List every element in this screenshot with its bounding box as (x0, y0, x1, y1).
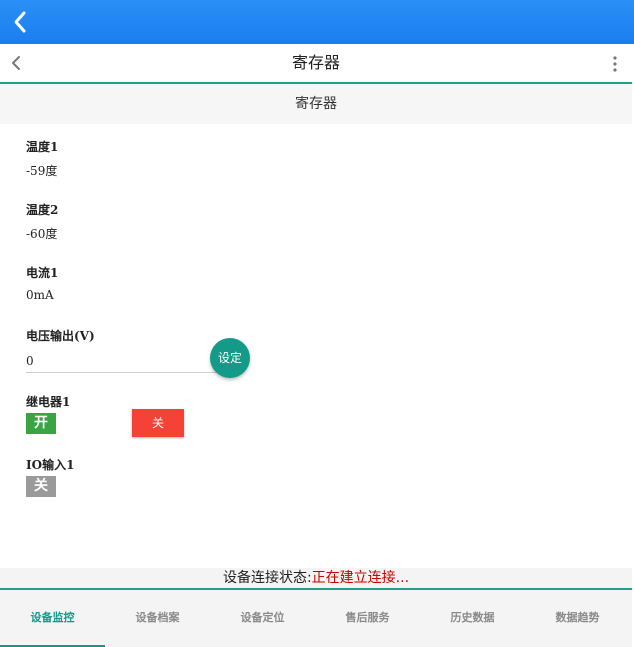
page-title: 寄存器 (291, 53, 340, 72)
tab-data-trend[interactable]: 数据趋势 (525, 590, 630, 645)
status-prefix: 设备连接状态: (222, 570, 312, 586)
section-title: 寄存器 (0, 84, 632, 124)
register-label-current1: 电流1 (26, 266, 59, 280)
more-vertical-icon[interactable] (612, 56, 618, 72)
tab-device-location[interactable]: 设备定位 (210, 590, 315, 645)
back-arrow-icon[interactable] (6, 7, 36, 37)
tab-device-monitor[interactable]: 设备监控 (0, 590, 105, 647)
status-value: 正在建立连接... (311, 570, 410, 586)
voltage-output-label: 电压输出(V) (26, 329, 95, 343)
tab-history-data[interactable]: 历史数据 (420, 590, 525, 645)
register-value-temp1: -59度 (26, 164, 58, 178)
app-top-bar (0, 0, 634, 44)
bottom-tab-bar: 设备监控 设备档案 设备定位 售后服务 历史数据 数据趋势 (0, 590, 632, 647)
relay-state-badge: 开 (26, 413, 56, 434)
register-label-temp2: 温度2 (26, 203, 59, 217)
voltage-input-field (26, 350, 216, 373)
voltage-input[interactable] (26, 351, 206, 371)
register-panel: 温度1 -59度 温度2 -60度 电流1 0mA 电压输出(V) 设定 继电器… (0, 124, 632, 568)
io-input-label: IO输入1 (26, 458, 75, 472)
tab-after-sales[interactable]: 售后服务 (315, 590, 420, 645)
register-value-current1: 0mA (26, 288, 54, 302)
register-value-temp2: -60度 (26, 227, 58, 241)
register-label-temp1: 温度1 (26, 140, 59, 154)
relay-off-button[interactable]: 关 (132, 409, 184, 437)
connection-status: 设备连接状态:正在建立连接... (0, 568, 632, 590)
tab-device-archive[interactable]: 设备档案 (105, 590, 210, 645)
io-state-badge: 关 (26, 476, 56, 497)
page-header: 寄存器 (0, 44, 632, 84)
set-button[interactable]: 设定 (210, 338, 250, 378)
relay-label: 继电器1 (26, 395, 71, 409)
